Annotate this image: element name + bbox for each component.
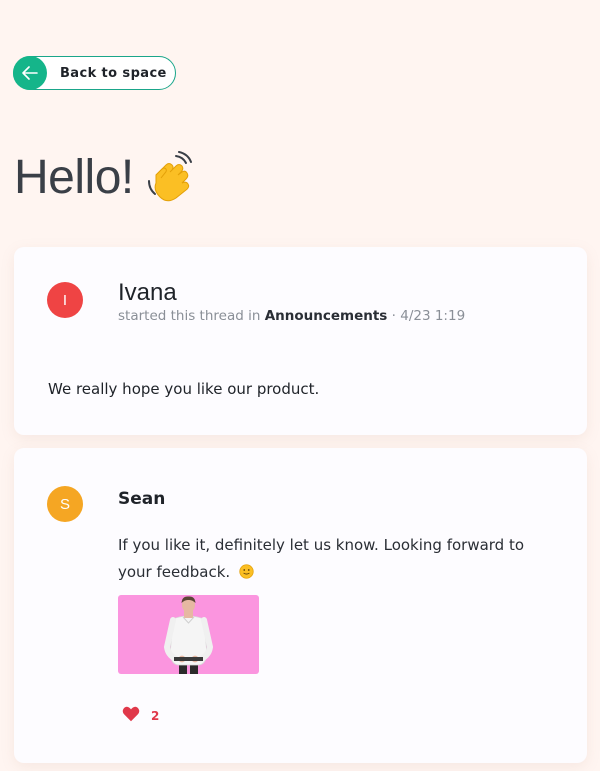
avatar-initial: I [62, 291, 68, 309]
meta-prefix: started this thread in [118, 308, 261, 324]
gif-image[interactable] [118, 595, 259, 674]
space-link[interactable]: Announcements [265, 308, 388, 324]
meta-separator: · [391, 308, 396, 324]
thread-author[interactable]: Ivana [118, 279, 177, 307]
back-to-space-label: Back to space [60, 65, 167, 81]
reply-body: If you like it, definitely let us know. … [118, 532, 558, 588]
thread-meta: started this thread in Announcements · 4… [118, 308, 465, 324]
reaction-count: 2 [151, 709, 160, 723]
page-title: Hello! [14, 145, 194, 209]
heart-reaction[interactable]: 2 [122, 706, 159, 726]
thread-card: I Ivana started this thread in Announcem… [14, 247, 587, 435]
avatar[interactable]: S [47, 486, 83, 522]
reply-author[interactable]: Sean [118, 489, 165, 509]
waving-hand-icon [146, 151, 194, 203]
avatar-initial: S [59, 495, 70, 513]
reply-text: If you like it, definitely let us know. … [118, 536, 525, 581]
slightly-smiling-face-icon [239, 561, 254, 588]
reply-card: S Sean If you like it, definitely let us… [14, 448, 587, 763]
avatar[interactable]: I [47, 282, 83, 318]
thread-body: We really hope you like our product. [48, 380, 320, 398]
heart-icon [122, 706, 140, 726]
thread-timestamp: 4/23 1:19 [400, 308, 466, 324]
arrow-left-icon [12, 55, 47, 90]
gif-person-figure [163, 596, 214, 674]
back-to-space-button[interactable]: Back to space [12, 55, 176, 90]
page-title-text: Hello! [14, 150, 134, 204]
